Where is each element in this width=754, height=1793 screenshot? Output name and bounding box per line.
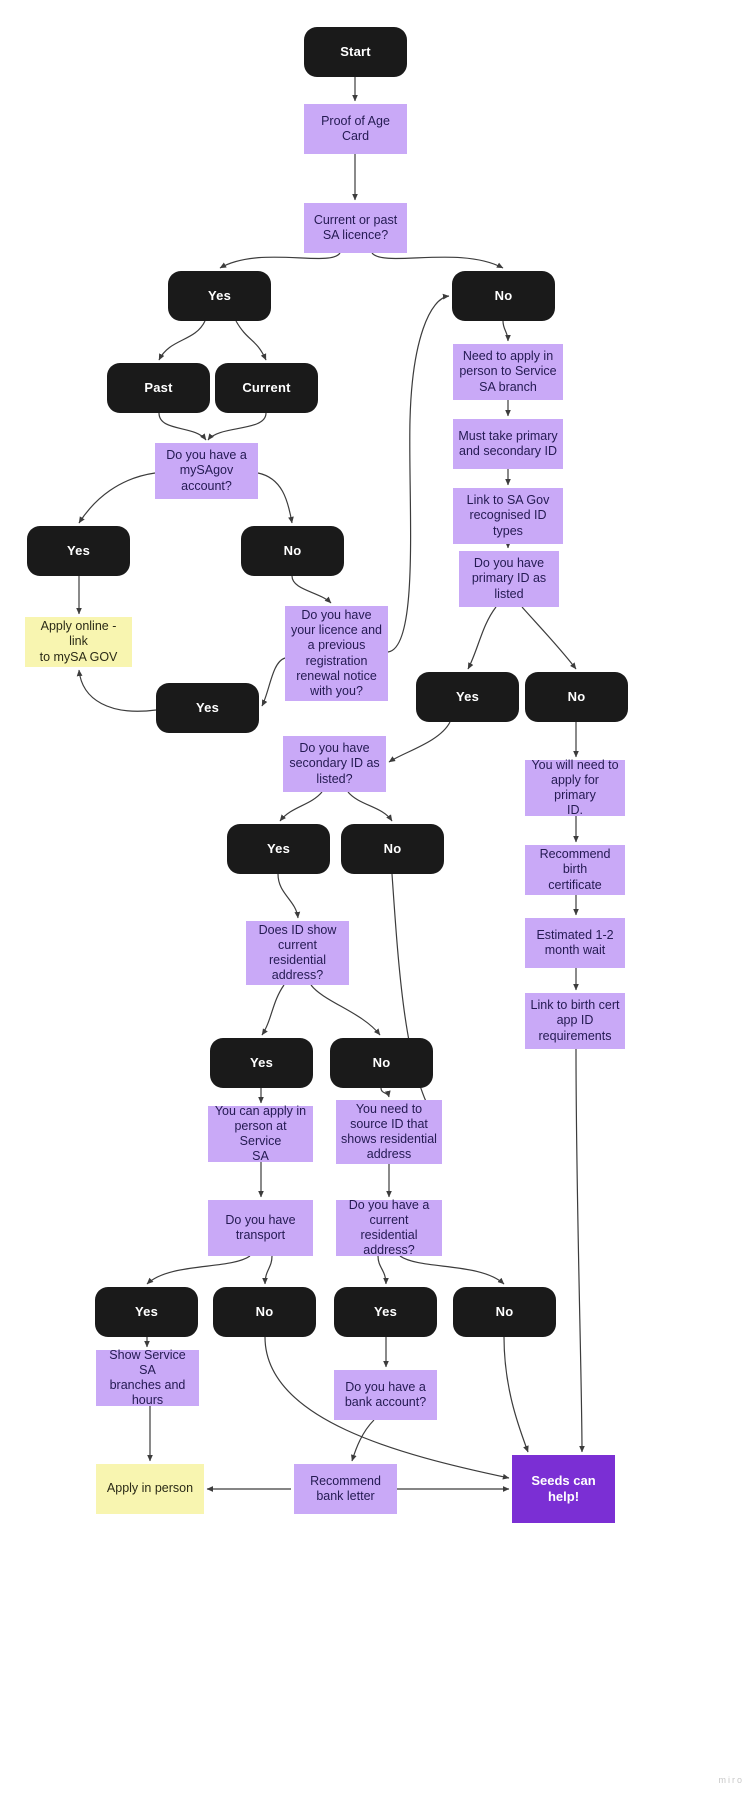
- node-seeds-can-help[interactable]: Seeds can help!: [512, 1455, 615, 1523]
- node-address-no[interactable]: No: [330, 1038, 433, 1088]
- node-label: No: [383, 841, 402, 857]
- node-label: No: [255, 1304, 274, 1320]
- node-label: Seeds can help!: [531, 1473, 596, 1504]
- node-current-or-past-licence[interactable]: Current or past SA licence?: [304, 203, 407, 253]
- node-id-shows-residential-address-question[interactable]: Does ID show current residential address…: [246, 921, 349, 985]
- node-need-to-apply-in-person[interactable]: Need to apply in person to Service SA br…: [453, 344, 563, 400]
- node-start[interactable]: Start: [304, 27, 407, 77]
- node-label: Show Service SA branches and hours: [109, 1347, 186, 1408]
- node-transport-question[interactable]: Do you have transport: [208, 1200, 313, 1256]
- node-label: No: [495, 1304, 514, 1320]
- node-label: Need to apply in person to Service SA br…: [459, 349, 557, 394]
- node-primary-id-yes[interactable]: Yes: [416, 672, 519, 722]
- node-past[interactable]: Past: [107, 363, 210, 413]
- node-estimated-wait[interactable]: Estimated 1-2 month wait: [525, 918, 625, 968]
- node-bank-account-question[interactable]: Do you have a bank account?: [334, 1370, 437, 1420]
- node-label: Recommend birth certificate: [539, 847, 611, 892]
- node-label: You will need to apply for primary ID.: [531, 757, 619, 818]
- node-residential-address-yes[interactable]: Yes: [334, 1287, 437, 1337]
- node-label: Yes: [207, 288, 231, 304]
- node-label: You can apply in person at Service SA: [214, 1103, 307, 1164]
- node-secondary-id-question[interactable]: Do you have secondary ID as listed?: [283, 736, 386, 792]
- node-label: Start: [340, 44, 371, 60]
- node-current-residential-address-question[interactable]: Do you have a current residential addres…: [336, 1198, 442, 1257]
- node-show-service-sa-branches[interactable]: Show Service SA branches and hours: [96, 1348, 199, 1407]
- node-label: Must take primary and secondary ID: [458, 428, 558, 458]
- node-label: Apply online - link to mySA GOV: [39, 619, 118, 664]
- node-label: Do you have a bank account?: [344, 1379, 427, 1409]
- node-label: Yes: [134, 1304, 158, 1320]
- node-label: Yes: [373, 1304, 397, 1320]
- node-label: No: [283, 543, 302, 559]
- node-licence-no[interactable]: No: [452, 271, 555, 321]
- node-label: Do you have a mySAgov account?: [166, 448, 247, 493]
- node-link-to-birth-cert-requirements[interactable]: Link to birth cert app ID requirements: [525, 993, 625, 1049]
- node-label: Estimated 1-2 month wait: [536, 927, 614, 957]
- node-licence-yes[interactable]: Yes: [168, 271, 271, 321]
- node-recommend-bank-letter[interactable]: Recommend bank letter: [294, 1464, 397, 1514]
- node-mysagov-no[interactable]: No: [241, 526, 344, 576]
- node-address-yes[interactable]: Yes: [210, 1038, 313, 1088]
- node-source-id-showing-address[interactable]: You need to source ID that shows residen…: [336, 1100, 442, 1164]
- node-must-take-primary-secondary-id[interactable]: Must take primary and secondary ID: [453, 419, 563, 469]
- node-label: Apply in person: [106, 1481, 194, 1496]
- node-apply-online-mysa-gov[interactable]: Apply online - link to mySA GOV: [25, 617, 132, 667]
- node-label: Yes: [455, 689, 479, 705]
- node-renewal-notice-yes[interactable]: Yes: [156, 683, 259, 733]
- node-label: Current: [242, 380, 291, 396]
- node-proof-of-age-card[interactable]: Proof of Age Card: [304, 104, 407, 154]
- node-secondary-id-yes[interactable]: Yes: [227, 824, 330, 874]
- node-apply-in-person[interactable]: Apply in person: [96, 1464, 204, 1514]
- node-label: Do you have a current residential addres…: [348, 1197, 430, 1258]
- node-mysagov-account-question[interactable]: Do you have a mySAgov account?: [155, 443, 258, 499]
- node-label: Do you have transport: [225, 1212, 296, 1242]
- node-need-to-apply-for-primary-id[interactable]: You will need to apply for primary ID.: [525, 758, 625, 817]
- node-residential-address-no[interactable]: No: [453, 1287, 556, 1337]
- node-label: Recommend bank letter: [310, 1473, 381, 1503]
- node-label: No: [494, 288, 513, 304]
- node-label: Do you have your licence and a previous …: [290, 607, 383, 698]
- node-transport-yes[interactable]: Yes: [95, 1287, 198, 1337]
- node-label: Does ID show current residential address…: [258, 922, 337, 983]
- node-label: Yes: [249, 1055, 273, 1071]
- node-licence-and-renewal-notice-question[interactable]: Do you have your licence and a previous …: [285, 606, 388, 701]
- node-label: Do you have secondary ID as listed?: [289, 741, 380, 786]
- node-label: Yes: [195, 700, 219, 716]
- node-transport-no[interactable]: No: [213, 1287, 316, 1337]
- node-secondary-id-no[interactable]: No: [341, 824, 444, 874]
- flowchart-canvas: Start Proof of Age Card Current or past …: [0, 0, 754, 1793]
- node-label: Yes: [66, 543, 90, 559]
- node-label: You need to source ID that shows residen…: [341, 1101, 437, 1162]
- node-label: No: [567, 689, 586, 705]
- node-current[interactable]: Current: [215, 363, 318, 413]
- node-label: Proof of Age Card: [321, 113, 390, 143]
- node-label: Past: [144, 380, 173, 396]
- node-label: Do you have primary ID as listed: [471, 556, 547, 601]
- node-label: Current or past SA licence?: [313, 212, 398, 242]
- node-primary-id-no[interactable]: No: [525, 672, 628, 722]
- node-label: Link to birth cert app ID requirements: [530, 998, 620, 1043]
- node-mysagov-yes[interactable]: Yes: [27, 526, 130, 576]
- node-link-to-sa-gov-recognised-id[interactable]: Link to SA Gov recognised ID types: [453, 488, 563, 544]
- node-primary-id-question[interactable]: Do you have primary ID as listed: [459, 551, 559, 607]
- node-apply-in-person-at-service-sa[interactable]: You can apply in person at Service SA: [208, 1104, 313, 1163]
- node-label: Yes: [266, 841, 290, 857]
- flowchart-connectors: [76, 77, 585, 1492]
- node-label: Link to SA Gov recognised ID types: [466, 493, 550, 538]
- miro-watermark: miro: [718, 1775, 744, 1785]
- node-label: No: [372, 1055, 391, 1071]
- node-recommend-birth-certificate[interactable]: Recommend birth certificate: [525, 845, 625, 895]
